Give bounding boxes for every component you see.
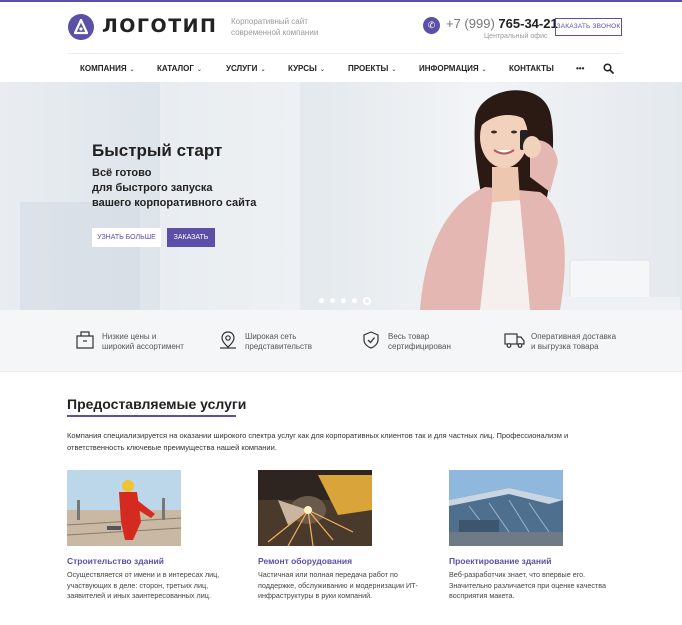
section-title: Предоставляемые услуги bbox=[67, 396, 247, 412]
nav-item-label: УСЛУГИ bbox=[226, 64, 258, 73]
chevron-down-icon: ⌄ bbox=[319, 67, 325, 73]
header: ЛОГОТИП Корпоративный сайт современной к… bbox=[0, 2, 682, 54]
tagline-line-1: Корпоративный сайт bbox=[231, 17, 308, 26]
hero-subtitle-line-2: для быстрого запуска bbox=[92, 182, 213, 194]
nav-item-more[interactable]: ••• bbox=[576, 64, 584, 73]
shield-check-icon bbox=[363, 331, 379, 349]
logo-icon[interactable] bbox=[68, 14, 94, 40]
feature-text: Широкая сеть представительств bbox=[245, 332, 312, 352]
callback-button[interactable]: ЗАКАЗАТЬ ЗВОНОК bbox=[555, 18, 622, 36]
section-title-underline bbox=[67, 415, 236, 417]
hero-slider: Быстрый старт Всё готово для быстрого за… bbox=[0, 82, 682, 310]
service-title[interactable]: Ремонт оборудования bbox=[258, 556, 352, 566]
nav-item-company[interactable]: КОМПАНИЯ ⌄ bbox=[80, 64, 135, 73]
feature-text: Низкие цены и широкий ассортимент bbox=[102, 332, 184, 352]
main-nav: КОМПАНИЯ ⌄ КАТАЛОГ ⌄ УСЛУГИ ⌄ КУРСЫ ⌄ ПРОЕКТ… bbox=[68, 53, 622, 82]
section-description: Компания специализируется на оказании ши… bbox=[67, 431, 569, 452]
service-text: Частичная или полная передача работ по п… bbox=[258, 570, 418, 600]
nav-item-label: КОМПАНИЯ bbox=[80, 64, 127, 73]
nav-item-label: КУРСЫ bbox=[288, 64, 317, 73]
service-title[interactable]: Проектирование зданий bbox=[449, 556, 551, 566]
feature-line: Широкая сеть bbox=[245, 332, 297, 341]
chevron-down-icon: ⌄ bbox=[481, 67, 487, 73]
nav-item-label: КАТАЛОГ bbox=[157, 64, 194, 73]
nav-item-info[interactable]: ИНФОРМАЦИЯ ⌄ bbox=[419, 64, 487, 73]
hero-subtitle: Всё готово для быстрого запуска вашего к… bbox=[92, 166, 256, 211]
hero-subtitle-line-3: вашего корпоративного сайта bbox=[92, 197, 257, 209]
service-text: Веб-разработчик знает, что впервые его. … bbox=[449, 570, 606, 600]
tagline-line-2: современной компании bbox=[231, 28, 319, 37]
slider-dot[interactable] bbox=[352, 298, 357, 304]
hero-subtitle-line-1: Всё готово bbox=[92, 167, 152, 179]
search-icon[interactable] bbox=[603, 61, 614, 79]
order-button[interactable]: ЗАКАЗАТЬ bbox=[167, 228, 215, 247]
nav-item-label: ИНФОРМАЦИЯ bbox=[419, 64, 479, 73]
construction-image[interactable] bbox=[67, 470, 181, 546]
nav-item-label: КОНТАКТЫ bbox=[509, 64, 554, 73]
service-text: Осуществляется от имени и в интересах ли… bbox=[67, 570, 220, 600]
nav-item-label: ПРОЕКТЫ bbox=[348, 64, 389, 73]
box-icon bbox=[76, 331, 94, 349]
chevron-down-icon: ⌄ bbox=[260, 67, 266, 73]
service-card[interactable]: Проектирование зданий Веб-разработчик зн… bbox=[449, 470, 619, 600]
phone-number[interactable]: +7 (999) 765-34-21 bbox=[446, 16, 558, 31]
slider-dot[interactable] bbox=[330, 298, 335, 304]
slider-dot[interactable] bbox=[319, 298, 324, 304]
slider-dot[interactable] bbox=[363, 296, 371, 305]
service-card[interactable]: Ремонт оборудования Частичная или полная… bbox=[258, 470, 428, 600]
hero-title: Быстрый старт bbox=[92, 141, 223, 160]
slider-dots bbox=[319, 292, 377, 310]
hero-woman-image bbox=[420, 90, 680, 310]
truck-icon bbox=[504, 333, 525, 348]
hero-background-blur bbox=[20, 202, 140, 310]
chevron-down-icon: ⌄ bbox=[391, 67, 397, 73]
feature-line: широкий ассортимент bbox=[102, 342, 184, 351]
logo-text[interactable]: ЛОГОТИП bbox=[102, 15, 217, 37]
features-bar: Низкие цены и широкий ассортимент Широкая… bbox=[0, 310, 682, 372]
chevron-down-icon: ⌄ bbox=[129, 67, 135, 73]
nav-item-courses[interactable]: КУРСЫ ⌄ bbox=[288, 64, 325, 73]
nav-item-services[interactable]: УСЛУГИ ⌄ bbox=[226, 64, 265, 73]
service-title[interactable]: Строительство зданий bbox=[67, 556, 164, 566]
service-card[interactable]: Строительство зданий Осуществляется от и… bbox=[67, 470, 237, 600]
more-icon: ••• bbox=[576, 64, 585, 73]
slider-dot[interactable] bbox=[341, 298, 346, 304]
feature-line: Низкие цены и bbox=[102, 332, 157, 341]
feature-text: Оперативная доставка и выгрузка товара bbox=[531, 332, 616, 352]
phone-prefix: +7 (999) bbox=[446, 16, 495, 31]
nav-item-projects[interactable]: ПРОЕКТЫ ⌄ bbox=[348, 64, 396, 73]
nav-item-catalog[interactable]: КАТАЛОГ ⌄ bbox=[157, 64, 202, 73]
feature-line: представительств bbox=[245, 342, 312, 351]
nav-item-contacts[interactable]: КОНТАКТЫ bbox=[509, 64, 554, 73]
feature-line: Весь товар bbox=[388, 332, 430, 341]
learn-more-button[interactable]: УЗНАТЬ БОЛЬШЕ bbox=[92, 228, 161, 247]
phone-digits: 765-34-21 bbox=[498, 16, 558, 31]
phone-icon: ✆ bbox=[423, 17, 440, 34]
feature-line: сертифицирован bbox=[388, 342, 451, 351]
chevron-down-icon: ⌄ bbox=[196, 67, 202, 73]
architecture-image[interactable] bbox=[449, 470, 563, 546]
feature-text: Весь товар сертифицирован bbox=[388, 332, 451, 352]
map-pin-icon bbox=[220, 331, 236, 349]
feature-line: и выгрузка товара bbox=[531, 342, 599, 351]
repair-image[interactable] bbox=[258, 470, 372, 546]
feature-line: Оперативная доставка bbox=[531, 332, 617, 341]
tagline: Корпоративный сайт современной компании bbox=[231, 16, 341, 38]
office-label: Центральный офис bbox=[484, 33, 548, 40]
